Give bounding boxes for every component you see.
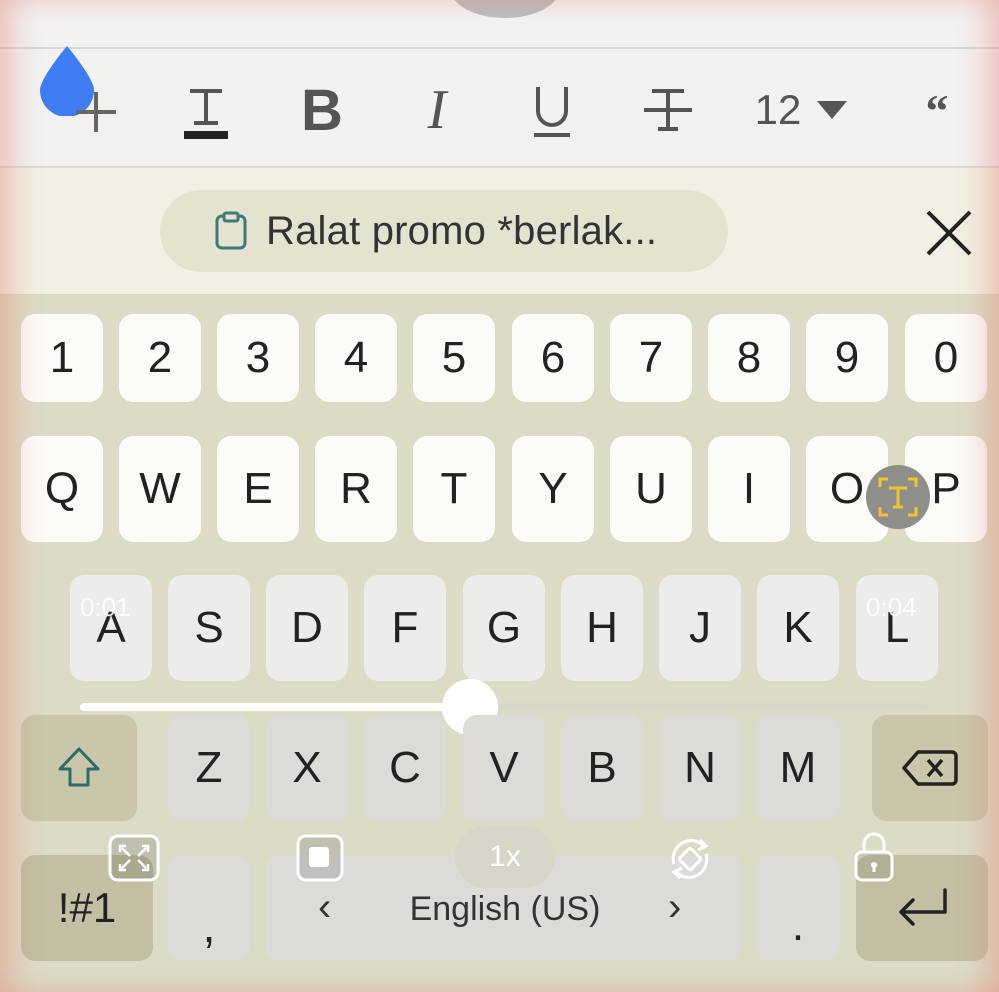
time-total: 0:04 — [866, 592, 917, 622]
top-divider — [0, 47, 999, 49]
key-t[interactable]: T — [413, 436, 495, 542]
italic-button[interactable]: I — [415, 70, 459, 150]
key-4[interactable]: 4 — [315, 314, 397, 402]
key-8[interactable]: 8 — [708, 314, 790, 402]
strikethrough-icon — [644, 89, 692, 131]
clipboard-icon — [215, 211, 247, 250]
backspace-key[interactable] — [872, 715, 988, 821]
key-s[interactable]: S — [168, 575, 250, 681]
clipboard-suggestion-chip[interactable]: Ralat promo *berlak... — [160, 190, 728, 272]
key-y[interactable]: Y — [512, 436, 594, 542]
key-x[interactable]: X — [266, 715, 348, 821]
key-u[interactable]: U — [610, 436, 692, 542]
key-g[interactable]: G — [463, 575, 545, 681]
add-icon[interactable] — [74, 90, 118, 134]
close-icon[interactable] — [924, 208, 974, 258]
quote-icon: “ — [925, 84, 949, 136]
key-7[interactable]: 7 — [610, 314, 692, 402]
key-i[interactable]: I — [708, 436, 790, 542]
key-f[interactable]: F — [364, 575, 446, 681]
language-label: English (US) — [409, 890, 601, 928]
key-c[interactable]: C — [364, 715, 446, 821]
key-1[interactable]: 1 — [21, 314, 103, 402]
key-h[interactable]: H — [561, 575, 643, 681]
key-j[interactable]: J — [659, 575, 741, 681]
key-d[interactable]: D — [266, 575, 348, 681]
key-2[interactable]: 2 — [119, 314, 201, 402]
quote-button[interactable]: “ — [920, 70, 954, 150]
key-e[interactable]: E — [217, 436, 299, 542]
backspace-icon — [902, 750, 958, 786]
playback-speed-button[interactable]: 1x — [455, 826, 555, 888]
key-6[interactable]: 6 — [512, 314, 594, 402]
clipboard-text: Ralat promo *berlak... — [266, 208, 658, 253]
font-size-value: 12 — [754, 86, 802, 133]
key-l[interactable]: L — [856, 575, 938, 681]
fullscreen-icon[interactable] — [108, 834, 160, 882]
key-r[interactable]: R — [315, 436, 397, 542]
font-size-dropdown[interactable]: 12 — [752, 70, 852, 150]
key-v[interactable]: V — [463, 715, 545, 821]
strikethrough-button[interactable] — [640, 70, 696, 150]
playback-speed: 1x — [489, 840, 521, 873]
picture-in-picture-icon[interactable] — [296, 834, 344, 882]
key-5[interactable]: 5 — [413, 314, 495, 402]
underline-button[interactable] — [530, 70, 574, 150]
key-z[interactable]: Z — [168, 715, 250, 821]
lock-icon[interactable] — [852, 830, 896, 884]
text-color-button[interactable] — [180, 70, 232, 150]
key-3[interactable]: 3 — [217, 314, 299, 402]
rotate-icon[interactable] — [664, 834, 716, 884]
shift-key[interactable] — [21, 715, 137, 821]
shift-icon — [58, 747, 100, 787]
chevron-right-icon[interactable]: › — [668, 885, 681, 930]
key-q[interactable]: Q — [21, 436, 103, 542]
key-n[interactable]: N — [659, 715, 741, 821]
comma-key[interactable]: , — [168, 855, 250, 961]
bold-icon: B — [301, 77, 343, 143]
key-b[interactable]: B — [561, 715, 643, 821]
key-a[interactable]: A — [70, 575, 152, 681]
italic-icon: I — [427, 79, 447, 141]
key-w[interactable]: W — [119, 436, 201, 542]
key-m[interactable]: M — [757, 715, 839, 821]
bold-button[interactable]: B — [298, 70, 346, 150]
key-k[interactable]: K — [757, 575, 839, 681]
time-current: 0:01 — [80, 592, 131, 622]
seek-progress — [80, 703, 471, 711]
text-recognition-icon — [878, 477, 918, 517]
screen: B I 12 “ Ralat promo *berlak... 1 2 3 4 … — [0, 0, 999, 992]
enter-icon — [899, 888, 947, 926]
text-color-icon — [184, 89, 228, 139]
chevron-down-icon — [817, 101, 848, 119]
text-recognition-button[interactable] — [866, 465, 930, 529]
chevron-left-icon[interactable]: ‹ — [318, 885, 331, 930]
key-9[interactable]: 9 — [806, 314, 888, 402]
underline-icon — [534, 87, 570, 137]
period-key[interactable]: . — [757, 855, 839, 961]
key-0[interactable]: 0 — [905, 314, 987, 402]
